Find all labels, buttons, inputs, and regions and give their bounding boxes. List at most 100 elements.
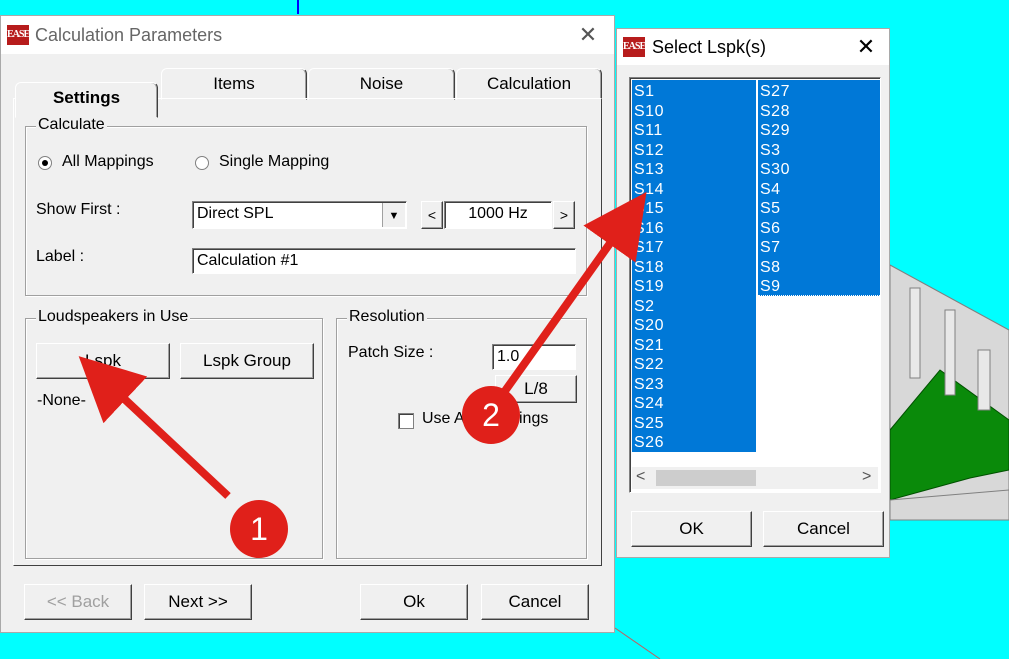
list-item[interactable]: S25 — [634, 414, 664, 434]
annotation-badge-2: 2 — [462, 386, 520, 444]
list-item[interactable]: S23 — [634, 375, 664, 395]
list-item[interactable]: S13 — [634, 160, 664, 180]
list-item[interactable]: S14 — [634, 180, 664, 200]
title-bar: EASE Select Lspk(s) ✕ — [617, 29, 889, 65]
list-item[interactable]: S11 — [634, 121, 663, 141]
next-button[interactable]: Next >> — [144, 584, 252, 620]
select-cancel-label: Cancel — [797, 519, 850, 538]
scroll-left-icon[interactable]: < — [636, 468, 645, 486]
ok-button-label: Ok — [403, 592, 425, 611]
label-input[interactable]: Calculation #1 — [192, 248, 576, 274]
list-item[interactable]: S7 — [760, 238, 781, 258]
use-mappings-checkbox[interactable] — [398, 413, 414, 429]
title-bar: EASE Calculation Parameters ✕ — [1, 16, 614, 54]
list-item[interactable]: S9 — [760, 277, 781, 297]
tab-label: Items — [213, 74, 255, 93]
scroll-thumb[interactable] — [656, 470, 756, 486]
tab-noise[interactable]: Noise — [308, 68, 455, 100]
show-first-select[interactable]: Direct SPL ▼ — [192, 201, 407, 229]
dropdown-button[interactable]: ▼ — [382, 203, 405, 227]
list-item[interactable]: S12 — [634, 141, 664, 161]
freq-next-button[interactable]: > — [553, 201, 575, 229]
select-ok-button[interactable]: OK — [631, 511, 752, 547]
lspk-button[interactable]: Lspk — [36, 343, 170, 379]
label-value: Calculation #1 — [197, 252, 299, 269]
l8-button-label: L/8 — [524, 379, 548, 398]
dialog-title: Select Lspk(s) — [652, 37, 767, 57]
loudspeakers-group-label: Loudspeakers in Use — [36, 308, 191, 326]
tab-calculation[interactable]: Calculation — [456, 68, 602, 100]
all-mappings-label: All Mappings — [62, 153, 154, 170]
list-item[interactable]: S18 — [634, 258, 664, 278]
list-item[interactable]: S6 — [760, 219, 781, 239]
list-item[interactable]: S16 — [634, 219, 664, 239]
chevron-left-icon: < — [427, 207, 437, 223]
back-button[interactable]: << Back — [24, 584, 132, 620]
lspk-group-button-label: Lspk Group — [203, 351, 291, 370]
dialog-title: Calculation Parameters — [35, 25, 223, 45]
ease-app-icon: EASE — [7, 25, 30, 45]
list-item[interactable]: S2 — [634, 297, 655, 317]
list-item[interactable]: S8 — [760, 258, 781, 278]
lspk-group-button[interactable]: Lspk Group — [180, 343, 314, 379]
calculate-group-label: Calculate — [36, 116, 107, 134]
back-button-label: << Back — [46, 592, 110, 611]
scroll-right-icon[interactable]: > — [862, 468, 871, 486]
show-first-label: Show First : — [36, 201, 121, 218]
list-item[interactable]: S26 — [634, 433, 664, 453]
single-mapping-label: Single Mapping — [219, 153, 330, 170]
show-first-value: Direct SPL — [197, 205, 274, 222]
list-item[interactable]: S1 — [634, 82, 655, 102]
select-ok-label: OK — [679, 519, 704, 538]
select-lspk-dialog: EASE Select Lspk(s) ✕ S1 S10 S11 S12 S13 S14 S… — [616, 28, 890, 558]
patch-size-label: Patch Size : — [348, 344, 434, 361]
tab-label: Settings — [52, 88, 121, 107]
use-mappings-label-end: ings — [519, 410, 549, 427]
annotation-badge-1: 1 — [230, 500, 288, 558]
list-item[interactable]: S19 — [634, 277, 664, 297]
calculation-parameters-dialog: EASE Calculation Parameters ✕ Settings I… — [0, 15, 615, 633]
all-mappings-radio[interactable] — [38, 156, 52, 170]
tab-items[interactable]: Items — [161, 68, 307, 100]
freq-prev-button[interactable]: < — [421, 201, 443, 229]
list-item[interactable]: S5 — [760, 199, 781, 219]
use-mappings-label-start: Use A — [422, 410, 465, 427]
list-item[interactable]: S15 — [634, 199, 664, 219]
close-icon[interactable]: ✕ — [853, 34, 879, 60]
select-lspk-list[interactable]: S1 S10 S11 S12 S13 S14 S15 S16 S17 S18 S19 S2 S20 S21… — [629, 77, 881, 493]
ease-app-icon: EASE — [623, 37, 646, 57]
lspk-button-label: Lspk — [85, 351, 121, 370]
list-item[interactable]: S10 — [634, 102, 664, 122]
list-item[interactable]: S27 — [760, 82, 790, 102]
tab-label: Calculation — [486, 74, 572, 93]
horizontal-scrollbar[interactable]: < > — [632, 467, 878, 489]
frequency-field[interactable]: 1000 Hz — [444, 201, 552, 229]
list-item[interactable]: S20 — [634, 316, 664, 336]
close-icon[interactable]: ✕ — [575, 22, 601, 48]
resolution-group-label: Resolution — [347, 308, 427, 326]
radio-dot — [42, 160, 48, 166]
next-button-label: Next >> — [168, 592, 228, 611]
frequency-value: 1000 Hz — [468, 205, 528, 222]
tab-settings[interactable]: Settings — [15, 82, 158, 118]
patch-size-value: 1.0 — [497, 348, 520, 365]
list-item[interactable]: S21 — [634, 336, 664, 356]
list-item[interactable]: S30 — [760, 160, 790, 180]
list-item[interactable]: S17 — [634, 238, 664, 258]
list-item[interactable]: S3 — [760, 141, 781, 161]
list-item[interactable]: S29 — [760, 121, 790, 141]
list-item[interactable]: S22 — [634, 355, 664, 375]
single-mapping-radio[interactable] — [195, 156, 209, 170]
loudspeakers-status: -None- — [37, 392, 86, 409]
tab-label: Noise — [359, 74, 404, 93]
chevron-down-icon: ▼ — [388, 210, 400, 222]
ok-button[interactable]: Ok — [360, 584, 468, 620]
list-item[interactable]: S4 — [760, 180, 781, 200]
label-label: Label : — [36, 248, 85, 265]
chevron-right-icon: > — [559, 207, 569, 223]
select-cancel-button[interactable]: Cancel — [763, 511, 884, 547]
patch-size-input[interactable]: 1.0 — [492, 344, 576, 370]
cancel-button[interactable]: Cancel — [481, 584, 589, 620]
list-item[interactable]: S28 — [760, 102, 790, 122]
list-item[interactable]: S24 — [634, 394, 664, 414]
